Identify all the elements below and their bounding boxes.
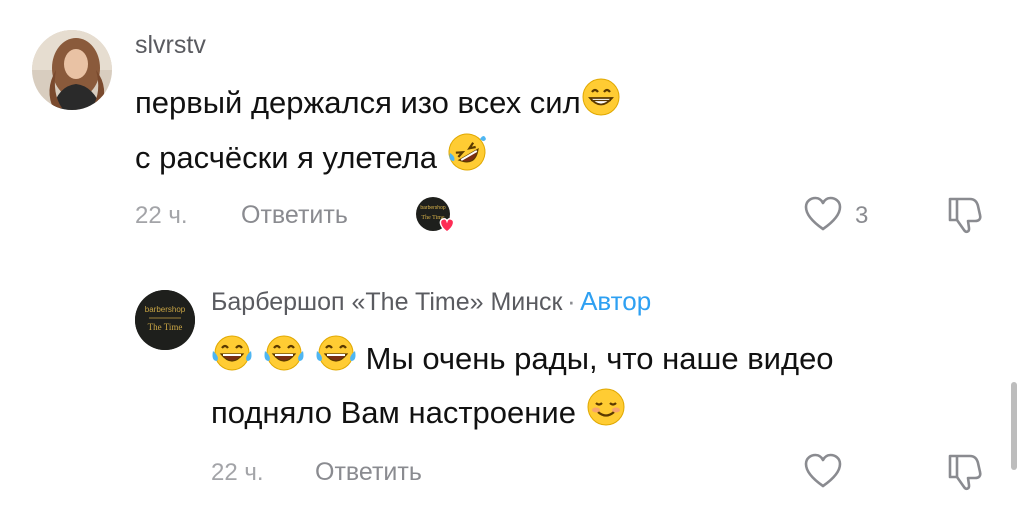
reply-like-button[interactable] xyxy=(804,453,842,494)
face-with-tears-of-joy-icon xyxy=(211,333,253,389)
separator-dot: · xyxy=(566,286,576,316)
reply-username[interactable]: Барбершоп «The Time» Минск xyxy=(211,288,563,316)
comment-text-line-1: первый держался изо всех сил xyxy=(135,77,621,133)
scrollbar[interactable] xyxy=(1011,382,1017,470)
svg-text:barbershop: barbershop xyxy=(420,205,446,211)
comment-username[interactable]: slvrstv xyxy=(135,31,206,60)
reply-timestamp: 22 ч. xyxy=(211,459,264,486)
face-with-tears-of-joy-icon xyxy=(263,333,305,389)
user-photo-icon xyxy=(32,30,112,110)
rolling-on-the-floor-laughing-icon xyxy=(446,131,488,189)
heart-icon xyxy=(804,453,842,488)
comment-text-line-2: с расчёски я улетела xyxy=(135,131,488,189)
creator-avatar[interactable]: barbershop The Time xyxy=(135,290,195,350)
creator-liked-badge: barbershop The Time xyxy=(413,196,461,236)
face-with-tears-of-joy-icon xyxy=(315,333,357,389)
logo-text-top: barbershop xyxy=(145,305,186,314)
comment-like-count: 3 xyxy=(855,202,869,229)
thumbs-down-icon xyxy=(948,197,982,234)
reply-header: Барбершоп «The Time» Минск · Автор xyxy=(211,286,651,317)
comment-dislike-button[interactable] xyxy=(944,195,986,240)
grinning-face-icon xyxy=(581,77,621,133)
avatar[interactable] xyxy=(32,30,112,110)
comment-text-part: первый держался изо всех сил xyxy=(135,85,581,121)
reply-reply-button[interactable]: Ответить xyxy=(315,458,422,487)
author-badge: Автор xyxy=(580,286,652,316)
reply-dislike-button[interactable] xyxy=(944,452,986,497)
heart-icon xyxy=(804,196,842,231)
reply-text-line-1: Мы очень рады, что наше видео xyxy=(211,333,834,389)
logo-text-bottom: The Time xyxy=(148,322,183,332)
comment-reply-button[interactable]: Ответить xyxy=(241,201,348,230)
comment-timestamp: 22 ч. xyxy=(135,202,188,229)
reply-text-part: подняло Вам настроение xyxy=(211,395,576,431)
comment-like-button[interactable] xyxy=(804,196,842,237)
reply-text-part: Мы очень рады, что наше видео xyxy=(365,341,834,377)
reply-text-line-2: подняло Вам настроение xyxy=(211,386,627,444)
thumbs-down-icon xyxy=(948,454,982,491)
comment-text-part: с расчёски я улетела xyxy=(135,140,438,176)
creator-avatar-heart-icon: barbershop The Time xyxy=(416,197,455,233)
barbershop-logo-icon: barbershop The Time xyxy=(135,290,195,350)
smiling-face-icon xyxy=(585,386,627,444)
